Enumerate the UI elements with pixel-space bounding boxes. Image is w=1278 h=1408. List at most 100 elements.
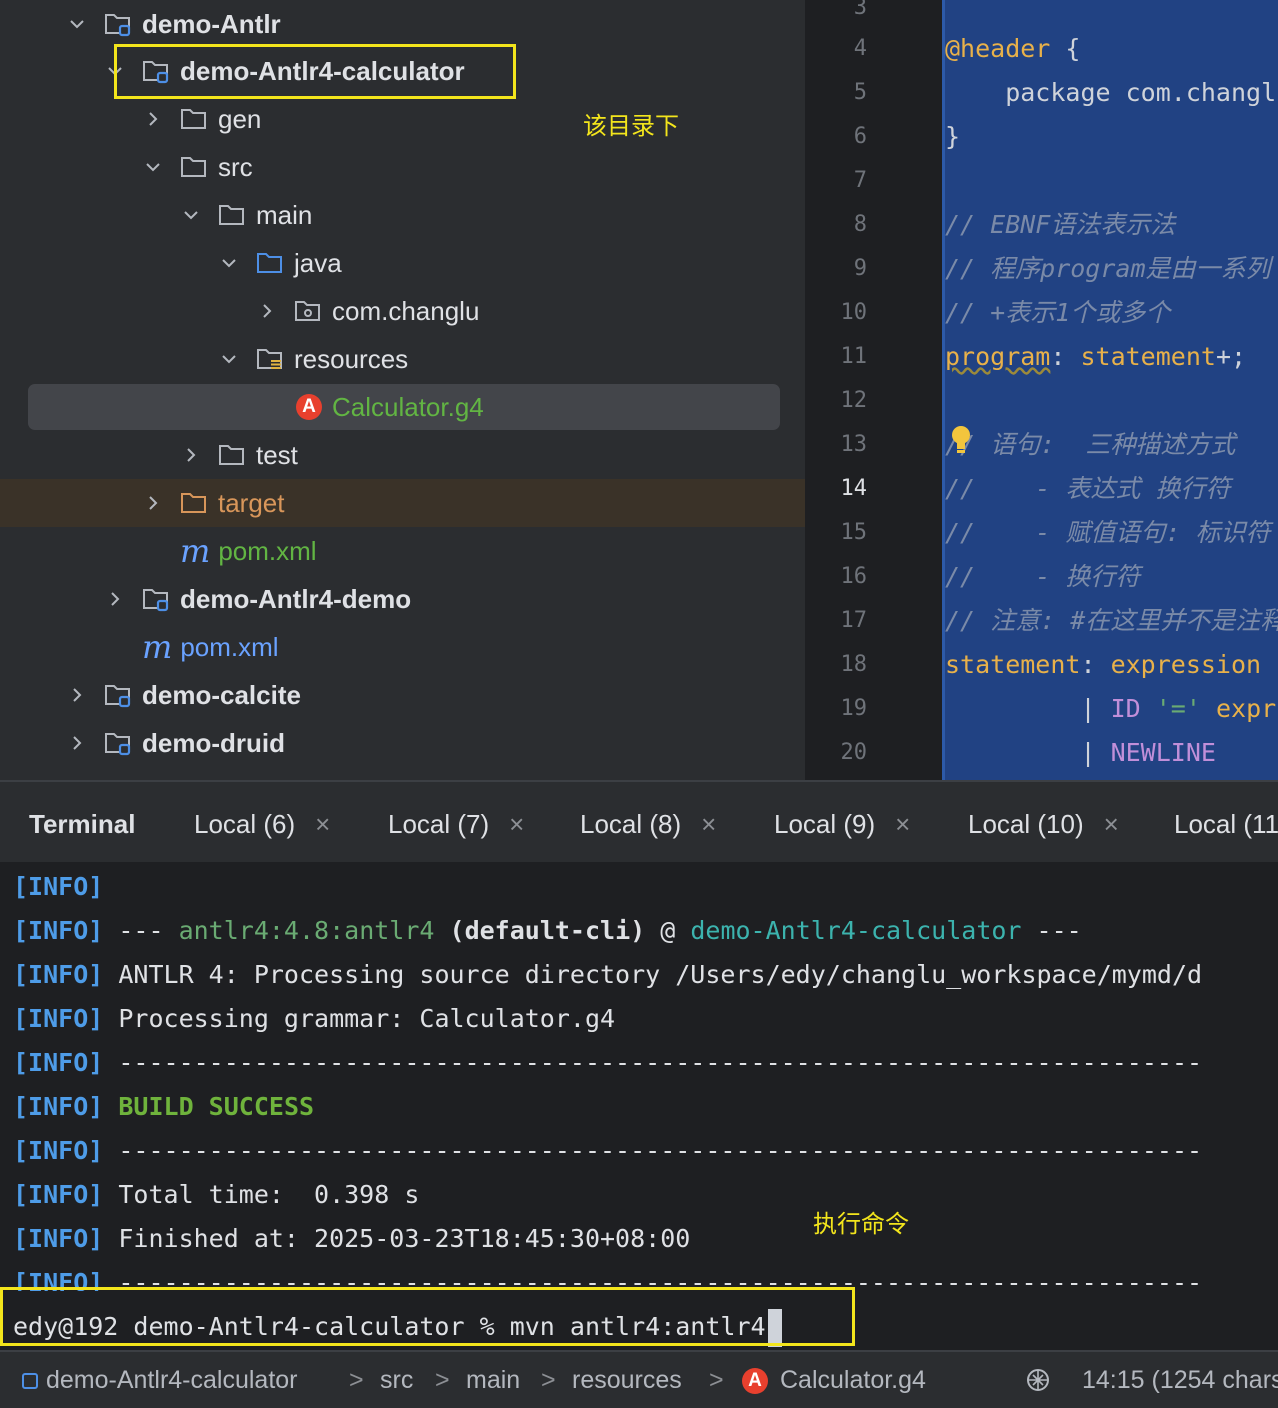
- chevron-down-icon[interactable]: [220, 350, 238, 368]
- chevron-down-icon[interactable]: [220, 254, 238, 272]
- tree-item-demo-antlr[interactable]: demo-Antlr: [0, 0, 805, 48]
- tree-item-calculator-g4[interactable]: A Calculator.g4: [0, 383, 805, 431]
- tree-item-pom-xml-root[interactable]: m pom.xml: [0, 623, 805, 671]
- close-icon[interactable]: ×: [509, 809, 524, 839]
- tab-label: Local (6): [194, 809, 296, 839]
- line-number: 3: [853, 0, 867, 20]
- chevron-right-icon[interactable]: [68, 686, 86, 704]
- line-number: 8: [853, 212, 867, 237]
- terminal-text: ----------------------------------------…: [103, 1048, 1203, 1077]
- token-ref: ID: [1110, 694, 1141, 723]
- tree-item-test[interactable]: test: [0, 431, 805, 479]
- tree-item-src[interactable]: src: [0, 143, 805, 191]
- tree-item-label: src: [218, 151, 253, 182]
- line-number: 6: [853, 124, 867, 149]
- code-comment: // 程序program是由一系列: [945, 254, 1271, 283]
- code-editor[interactable]: @header { package com.changl } // EBNF语法…: [942, 0, 1278, 780]
- tree-item-target[interactable]: target: [0, 479, 805, 527]
- breadcrumb-item[interactable]: resources: [572, 1352, 682, 1408]
- chevron-right-icon[interactable]: [144, 110, 162, 128]
- rule-name-token: program: [945, 342, 1051, 371]
- code-line: program: statement+;: [945, 335, 1246, 379]
- folder-icon: [180, 106, 208, 132]
- terminal-line: [INFO] --- antlr4:4.8:antlr4 (default-cl…: [13, 909, 1082, 953]
- close-icon[interactable]: ×: [315, 809, 330, 839]
- terminal-line: [INFO] Processing grammar: Calculator.g4: [13, 997, 615, 1041]
- terminal-line: [INFO] BUILD SUCCESS: [13, 1085, 314, 1129]
- rule-name-token: statement: [945, 650, 1081, 679]
- tab-label: Local (10): [968, 809, 1084, 839]
- breadcrumb-item[interactable]: demo-Antlr4-calculator: [46, 1352, 298, 1408]
- chevron-right-icon: >: [541, 1366, 556, 1394]
- tree-item-java[interactable]: java: [0, 239, 805, 287]
- tree-item-resources[interactable]: resources: [0, 335, 805, 383]
- tab-local-11[interactable]: Local (11): [1174, 782, 1278, 862]
- close-icon[interactable]: ×: [701, 809, 716, 839]
- code-comment: // - 赋值语句: 标识符: [945, 518, 1271, 547]
- code-line: }: [945, 122, 961, 151]
- code-token: :: [1050, 342, 1081, 371]
- source-folder-icon: [256, 250, 284, 276]
- antlr-glyph: A: [742, 1368, 768, 1394]
- tab-local-7[interactable]: Local (7) ×: [388, 782, 524, 862]
- terminal-text: ANTLR 4: Processing source directory /Us…: [103, 960, 1203, 989]
- chevron-right-icon[interactable]: [106, 590, 124, 608]
- module-folder-icon: [104, 730, 132, 756]
- breadcrumb-item[interactable]: Calculator.g4: [780, 1352, 926, 1408]
- chevron-right-icon[interactable]: [68, 734, 86, 752]
- cursor-position[interactable]: 14:15 (1254 chars): [1082, 1352, 1278, 1408]
- highlight-box: [114, 44, 516, 99]
- tree-item-com-changlu[interactable]: com.changlu: [0, 287, 805, 335]
- tree-item-demo-antlr4-demo[interactable]: demo-Antlr4-demo: [0, 575, 805, 623]
- line-number: 13: [840, 432, 868, 457]
- line-number: 18: [840, 652, 868, 677]
- tree-item-label: com.changlu: [332, 295, 480, 326]
- code-line: package com.changl: [945, 78, 1277, 107]
- tab-local-6[interactable]: Local (6) ×: [194, 782, 330, 862]
- line-number: 12: [840, 388, 868, 413]
- code-line: statement: expression: [945, 643, 1261, 687]
- chevron-down-icon[interactable]: [68, 15, 86, 33]
- terminal-output[interactable]: [INFO] [INFO] --- antlr4:4.8:antlr4 (def…: [0, 862, 1278, 1350]
- code-comment: // EBNF语法表示法: [945, 210, 1176, 239]
- tab-terminal[interactable]: Terminal: [29, 782, 135, 862]
- terminal-text: ----------------------------------------…: [103, 1136, 1203, 1165]
- line-number-current: 14: [840, 476, 868, 501]
- tree-item-label: main: [256, 199, 313, 230]
- line-number-gutter: 3 4 5 6 7 8 9 10 11 12 13 14 15 16 17 18…: [805, 0, 942, 780]
- chevron-down-icon[interactable]: [182, 206, 200, 224]
- tree-item-pom-xml[interactable]: m pom.xml: [0, 527, 805, 575]
- chevron-right-icon[interactable]: [182, 446, 200, 464]
- tab-local-10[interactable]: Local (10) ×: [968, 782, 1119, 862]
- close-icon[interactable]: ×: [1104, 809, 1119, 839]
- terminal-tab-bar: Terminal Local (6) × Local (7) × Local (8)…: [0, 780, 1278, 862]
- tab-local-9[interactable]: Local (9) ×: [774, 782, 910, 862]
- tree-item-gen[interactable]: gen: [0, 95, 805, 143]
- tree-item-main[interactable]: main: [0, 191, 805, 239]
- tab-local-8[interactable]: Local (8) ×: [580, 782, 716, 862]
- chevron-down-icon[interactable]: [144, 158, 162, 176]
- info-tag: [INFO]: [13, 872, 104, 901]
- info-tag: [INFO]: [13, 1048, 104, 1077]
- plugin-goal: antlr4:4.8:antlr4: [178, 916, 435, 945]
- close-icon[interactable]: ×: [895, 809, 910, 839]
- ai-assistant-icon[interactable]: [1024, 1366, 1052, 1394]
- tree-item-demo-calcite[interactable]: demo-calcite: [0, 671, 805, 719]
- breadcrumb-item[interactable]: src: [380, 1352, 413, 1408]
- chevron-right-icon[interactable]: [144, 494, 162, 512]
- breadcrumb-item[interactable]: main: [466, 1352, 520, 1408]
- code-token: {: [1050, 34, 1081, 63]
- tree-item-label: demo-druid: [142, 727, 285, 758]
- chevron-right-icon[interactable]: [258, 302, 276, 320]
- resources-folder-icon: [256, 346, 284, 372]
- tree-item-demo-druid[interactable]: demo-druid: [0, 719, 805, 767]
- tree-item-label: test: [256, 439, 298, 470]
- line-number: 20: [840, 740, 868, 765]
- rule-ref-token: expr: [1215, 694, 1277, 723]
- tree-item-label: target: [218, 487, 285, 518]
- line-number: 15: [840, 520, 868, 545]
- tab-label: Local (9): [774, 809, 876, 839]
- code-comment: // +表示1个或多个: [945, 298, 1171, 327]
- tab-label: Local (11): [1174, 809, 1278, 839]
- terminal-text: Processing grammar: Calculator.g4: [103, 1004, 616, 1033]
